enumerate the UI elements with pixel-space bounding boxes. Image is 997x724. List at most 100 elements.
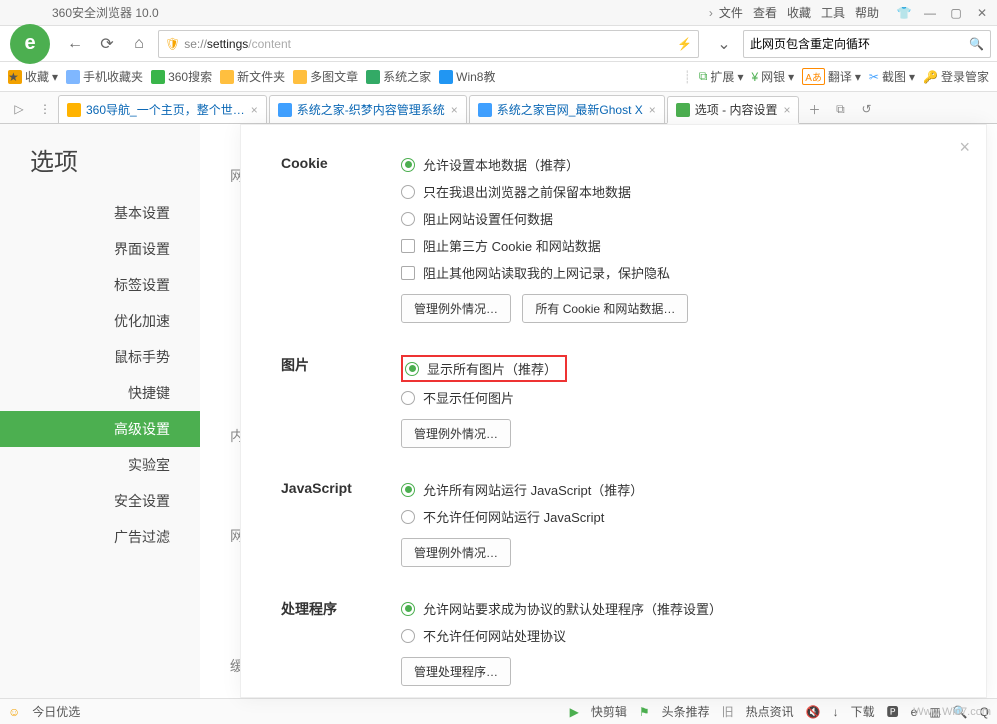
- sb-play-icon[interactable]: ▶: [570, 705, 579, 719]
- menu-help[interactable]: 帮助: [855, 4, 879, 21]
- tab-close-icon[interactable]: ×: [649, 103, 656, 117]
- sidebar-ui[interactable]: 界面设置: [0, 231, 200, 267]
- skin-icon[interactable]: 👕: [893, 3, 915, 23]
- screenshot-button[interactable]: ✂截图 ▾: [869, 68, 915, 85]
- sb-flag-icon[interactable]: ⚑: [639, 705, 650, 719]
- page-title: 选项: [0, 142, 200, 195]
- cookie-radio-block[interactable]: 阻止网站设置任何数据: [401, 209, 946, 228]
- app-title: 360安全浏览器 10.0: [52, 4, 159, 21]
- tab-overflow-icon[interactable]: ▷: [6, 95, 32, 123]
- sidebar-gesture[interactable]: 鼠标手势: [0, 339, 200, 375]
- bookmark-mobile[interactable]: 手机收藏夹: [66, 68, 143, 85]
- options-sidebar: 选项 基本设置 界面设置 标签设置 优化加速 鼠标手势 快捷键 高级设置 实验室…: [0, 124, 200, 698]
- bookmark-xtzj[interactable]: 系统之家: [366, 68, 431, 85]
- cookie-radio-allow[interactable]: 允许设置本地数据（推荐）: [401, 155, 946, 174]
- sb-download-label[interactable]: 下载: [851, 703, 875, 720]
- handler-label: 处理程序: [281, 599, 401, 686]
- nav-bar: e ← ⟳ ⌂ 🛡 se:// settings /content ⚡ ⌄ 🔍: [0, 26, 997, 62]
- sb-today[interactable]: 今日优选: [32, 703, 80, 720]
- bookmark-bar: ★收藏 ▾ 手机收藏夹 360搜索 新文件夹 多图文章 系统之家 Win8教 ┊…: [0, 62, 997, 92]
- close-icon[interactable]: ✕: [971, 3, 993, 23]
- dropdown-icon[interactable]: ⌄: [711, 31, 737, 57]
- sb-mail-icon[interactable]: 🅿: [887, 703, 899, 720]
- sidebar-shortcut[interactable]: 快捷键: [0, 375, 200, 411]
- watermark: Www.Win7.com: [913, 706, 991, 718]
- sb-rss-icon[interactable]: 旧: [722, 703, 734, 720]
- menu-favorites[interactable]: 收藏: [787, 4, 811, 21]
- js-exceptions-button[interactable]: 管理例外情况…: [401, 538, 511, 567]
- tab-0[interactable]: 360导航_一个主页，整个世…×: [58, 95, 267, 123]
- omni-search[interactable]: 🔍: [743, 30, 991, 58]
- address-bar[interactable]: 🛡 se:// settings /content ⚡: [158, 30, 699, 58]
- new-tab-button[interactable]: ＋: [801, 95, 827, 123]
- group-image: 图片 显示所有图片（推荐） 不显示任何图片 管理例外情况…: [281, 355, 946, 448]
- home-button[interactable]: ⌂: [126, 31, 152, 57]
- undo-close-icon[interactable]: ↺: [853, 95, 879, 123]
- overlay-close-icon[interactable]: ×: [959, 137, 970, 158]
- menu-tools[interactable]: 工具: [821, 4, 845, 21]
- flash-icon[interactable]: ⚡: [677, 37, 692, 51]
- bookmark-360search[interactable]: 360搜索: [151, 68, 212, 85]
- bookmark-newfolder[interactable]: 新文件夹: [220, 68, 285, 85]
- back-button[interactable]: ←: [62, 31, 88, 57]
- bookmark-multiimg[interactable]: 多图文章: [293, 68, 358, 85]
- sb-mute-icon[interactable]: 🔇: [806, 705, 821, 719]
- tab-close-icon[interactable]: ×: [783, 103, 790, 117]
- multi-window-icon[interactable]: ⧉: [827, 95, 853, 123]
- cookie-check-thirdparty[interactable]: 阻止第三方 Cookie 和网站数据: [401, 236, 946, 255]
- sb-headlines[interactable]: 头条推荐: [662, 703, 710, 720]
- sb-smiley-icon[interactable]: ☺: [8, 705, 20, 719]
- omni-search-input[interactable]: [750, 37, 969, 51]
- group-js: JavaScript 允许所有网站运行 JavaScript（推荐） 不允许任何…: [281, 480, 946, 567]
- titlebar: 360安全浏览器 10.0 › 文件 查看 收藏 工具 帮助 👕 — ▢ ✕: [0, 0, 997, 26]
- page: 选项 基本设置 界面设置 标签设置 优化加速 鼠标手势 快捷键 高级设置 实验室…: [0, 124, 997, 698]
- reload-button[interactable]: ⟳: [94, 31, 120, 57]
- translate-button[interactable]: Aあ翻译 ▾: [802, 68, 861, 85]
- menu-prev-arrow[interactable]: ›: [709, 6, 713, 20]
- sidebar-adblock[interactable]: 广告过滤: [0, 519, 200, 555]
- cookie-radio-session[interactable]: 只在我退出浏览器之前保留本地数据: [401, 182, 946, 201]
- login-manager-button[interactable]: 🔑登录管家: [923, 68, 989, 85]
- url-path-hl: settings: [207, 37, 248, 51]
- handler-radio-allow[interactable]: 允许网站要求成为协议的默认处理程序（推荐设置）: [401, 599, 946, 618]
- sidebar-optimize[interactable]: 优化加速: [0, 303, 200, 339]
- minimize-icon[interactable]: —: [919, 3, 941, 23]
- sb-quickcut[interactable]: 快剪辑: [591, 703, 627, 720]
- js-radio-allow[interactable]: 允许所有网站运行 JavaScript（推荐）: [401, 480, 946, 499]
- bookmark-fav[interactable]: ★收藏 ▾: [8, 68, 58, 85]
- tab-menu-icon[interactable]: ⋮: [32, 95, 58, 123]
- ext-button[interactable]: ⧉扩展 ▾: [699, 68, 744, 85]
- handler-manage-button[interactable]: 管理处理程序…: [401, 657, 511, 686]
- browser-logo[interactable]: e: [10, 24, 50, 64]
- image-label: 图片: [281, 355, 401, 448]
- bookmark-win8[interactable]: Win8教: [439, 68, 495, 85]
- handler-radio-block[interactable]: 不允许任何网站处理协议: [401, 626, 946, 645]
- shield-icon: 🛡: [165, 37, 180, 51]
- menu-file[interactable]: 文件: [719, 4, 743, 21]
- cookie-exceptions-button[interactable]: 管理例外情况…: [401, 294, 511, 323]
- maximize-icon[interactable]: ▢: [945, 3, 967, 23]
- menu-view[interactable]: 查看: [753, 4, 777, 21]
- sidebar-advanced[interactable]: 高级设置: [0, 411, 200, 447]
- sidebar-tab[interactable]: 标签设置: [0, 267, 200, 303]
- bank-button[interactable]: ¥网银 ▾: [751, 68, 794, 85]
- cookie-alldata-button[interactable]: 所有 Cookie 和网站数据…: [522, 294, 688, 323]
- tab-close-icon[interactable]: ×: [451, 103, 458, 117]
- tab-2[interactable]: 系统之家官网_最新Ghost X×: [469, 95, 665, 123]
- content-settings-overlay: × Cookie 允许设置本地数据（推荐） 只在我退出浏览器之前保留本地数据 阻…: [240, 124, 987, 698]
- sidebar-security[interactable]: 安全设置: [0, 483, 200, 519]
- group-cookie: Cookie 允许设置本地数据（推荐） 只在我退出浏览器之前保留本地数据 阻止网…: [281, 155, 946, 323]
- tab-1[interactable]: 系统之家-织梦内容管理系统×: [269, 95, 467, 123]
- tab-3[interactable]: 选项 - 内容设置×: [667, 96, 800, 124]
- sb-download-icon[interactable]: ↓: [833, 705, 839, 719]
- sb-hotnews[interactable]: 热点资讯: [746, 703, 794, 720]
- image-radio-show[interactable]: 显示所有图片（推荐）: [405, 359, 557, 378]
- cookie-check-privacy[interactable]: 阻止其他网站读取我的上网记录，保护隐私: [401, 263, 946, 282]
- image-radio-hide[interactable]: 不显示任何图片: [401, 388, 946, 407]
- js-radio-block[interactable]: 不允许任何网站运行 JavaScript: [401, 507, 946, 526]
- image-exceptions-button[interactable]: 管理例外情况…: [401, 419, 511, 448]
- tab-close-icon[interactable]: ×: [251, 103, 258, 117]
- search-icon[interactable]: 🔍: [969, 37, 984, 51]
- sidebar-basic[interactable]: 基本设置: [0, 195, 200, 231]
- sidebar-lab[interactable]: 实验室: [0, 447, 200, 483]
